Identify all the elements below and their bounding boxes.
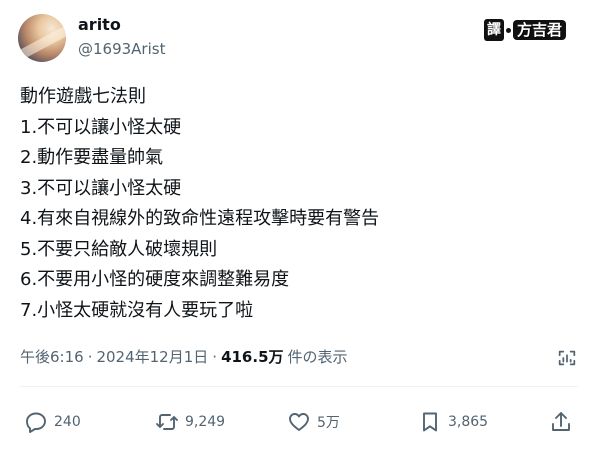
avatar[interactable] <box>18 14 66 62</box>
post-line: 7.小怪太硬就沒有人要玩了啦 <box>20 299 254 321</box>
heart-icon <box>289 413 309 431</box>
translator-watermark: 譯 方吉君 <box>484 18 574 42</box>
post-line: 5.不要只給敵人破壞規則 <box>20 238 218 260</box>
reply-icon <box>26 412 46 433</box>
repost-icon <box>156 414 178 430</box>
repost-count: 9,249 <box>185 414 226 430</box>
post-line: 1.不可以讓小怪太硬 <box>20 116 182 138</box>
bookmark-icon <box>423 412 437 432</box>
like-button[interactable]: 5万 <box>287 407 340 437</box>
post-date[interactable]: 2024年12月1日 <box>96 346 208 367</box>
reply-button[interactable]: 240 <box>24 407 81 437</box>
post-line: 動作遊戲七法則 <box>20 86 146 107</box>
post-text: 動作遊戲七法則 1.不可以讓小怪太硬 2.動作要盡量帥氣 3.不可以讓小怪太硬 … <box>20 82 379 326</box>
post-line: 2.動作要盡量帥氣 <box>20 147 164 168</box>
bookmark-button[interactable]: 3,865 <box>418 407 488 437</box>
divider <box>20 386 578 387</box>
share-button[interactable] <box>549 407 579 437</box>
share-icon <box>552 412 570 431</box>
bookmark-count: 3,865 <box>448 414 489 430</box>
watermark-tag: 譯 <box>484 19 504 41</box>
watermark-dot <box>506 27 511 33</box>
view-count: 416.5万 <box>221 348 284 366</box>
action-bar: 240 9,249 5万 3,865 <box>0 407 598 437</box>
avatar-image-detail <box>18 20 66 62</box>
analytics-icon[interactable] <box>556 347 578 369</box>
post-meta: 午後6:16 · 2024年12月1日 · 416.5万 件の表示 <box>20 346 348 367</box>
post-time[interactable]: 午後6:16 <box>20 346 84 367</box>
post-line: 4.有來自視線外的致命性遠程攻擊時要有警告 <box>20 208 380 229</box>
watermark-name: 方吉君 <box>513 20 567 40</box>
post-line: 3.不可以讓小怪太硬 <box>20 177 182 199</box>
meta-separator: · <box>212 348 218 366</box>
view-count-label: 件の表示 <box>287 348 348 366</box>
post-line: 6.不要用小怪的硬度來調整難易度 <box>20 269 290 290</box>
meta-separator: · <box>87 348 93 366</box>
like-count: 5万 <box>317 415 340 431</box>
repost-button[interactable]: 9,249 <box>155 407 225 437</box>
author-handle[interactable]: @1693Arist <box>78 40 165 58</box>
author-display-name[interactable]: arito <box>78 15 121 34</box>
reply-count: 240 <box>54 414 81 430</box>
